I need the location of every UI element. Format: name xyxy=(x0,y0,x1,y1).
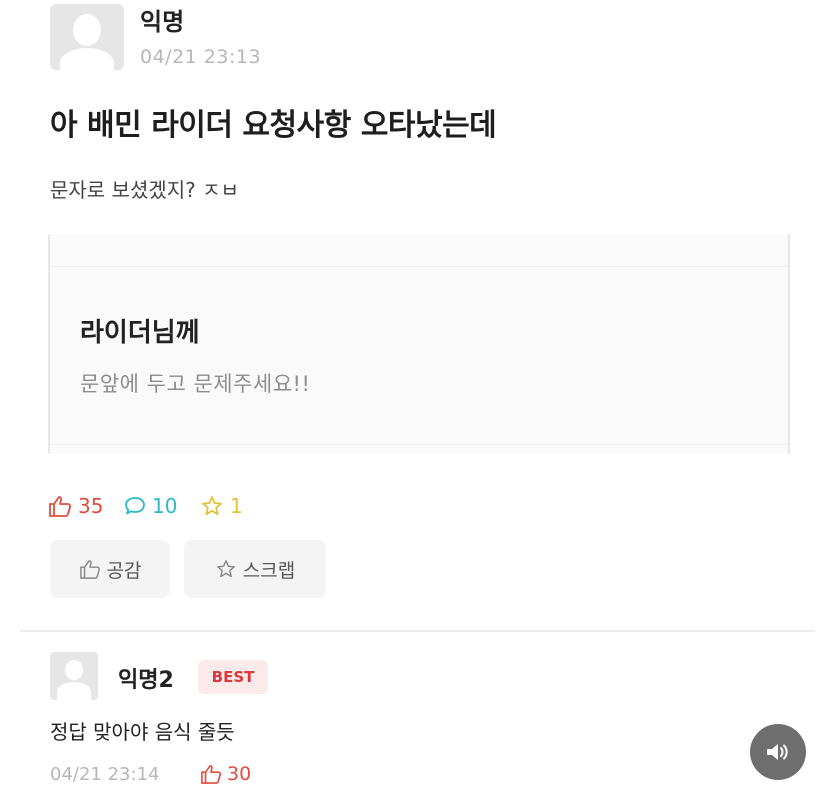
scrap-button[interactable]: 스크랩 xyxy=(184,540,326,598)
sound-toggle-button[interactable] xyxy=(750,724,806,780)
post-author-avatar xyxy=(50,4,124,70)
thumbs-up-icon xyxy=(49,496,72,517)
best-badge: BEST xyxy=(198,660,268,694)
message-card-body: 문앞에 두고 문제주세요!! xyxy=(80,372,311,396)
like-count-value: 35 xyxy=(78,494,104,518)
comment-author-name: 익명2 xyxy=(118,668,174,693)
comment-author-avatar xyxy=(50,652,98,700)
like-button-label: 공감 xyxy=(106,559,142,582)
post-author-name: 익명 xyxy=(140,8,185,36)
thumbs-up-icon xyxy=(201,765,222,784)
comment-text: 정답 맞아야 음식 줄듯 xyxy=(50,720,235,744)
like-button[interactable]: 공감 xyxy=(50,540,170,598)
comment-timestamp: 04/21 23:14 xyxy=(50,764,160,785)
volume-icon xyxy=(767,744,788,760)
scrap-count: 1 xyxy=(200,494,243,518)
star-icon xyxy=(202,496,222,516)
star-icon xyxy=(216,560,235,578)
post-title: 아 배민 라이더 요청사항 오타났는데 xyxy=(50,108,497,143)
comment-count: 10 xyxy=(124,494,177,518)
post-timestamp: 04/21 23:13 xyxy=(140,46,262,68)
scrap-count-value: 1 xyxy=(230,494,243,518)
like-count: 35 xyxy=(48,494,103,518)
comment-like-count[interactable]: 30 xyxy=(200,763,251,785)
post-body-text: 문자로 보셨겠지? ㅈㅂ xyxy=(50,178,239,202)
message-card-title: 라이더님께 xyxy=(80,318,200,348)
comment-like-count-value: 30 xyxy=(227,763,252,785)
speech-bubble-icon xyxy=(125,497,145,515)
thumbs-up-icon xyxy=(79,560,100,579)
comment-count-value: 10 xyxy=(152,494,178,518)
scrap-button-label: 스크랩 xyxy=(242,559,296,582)
section-divider xyxy=(20,630,815,632)
message-card: 라이더님께 문앞에 두고 문제주세요!! xyxy=(48,234,790,454)
